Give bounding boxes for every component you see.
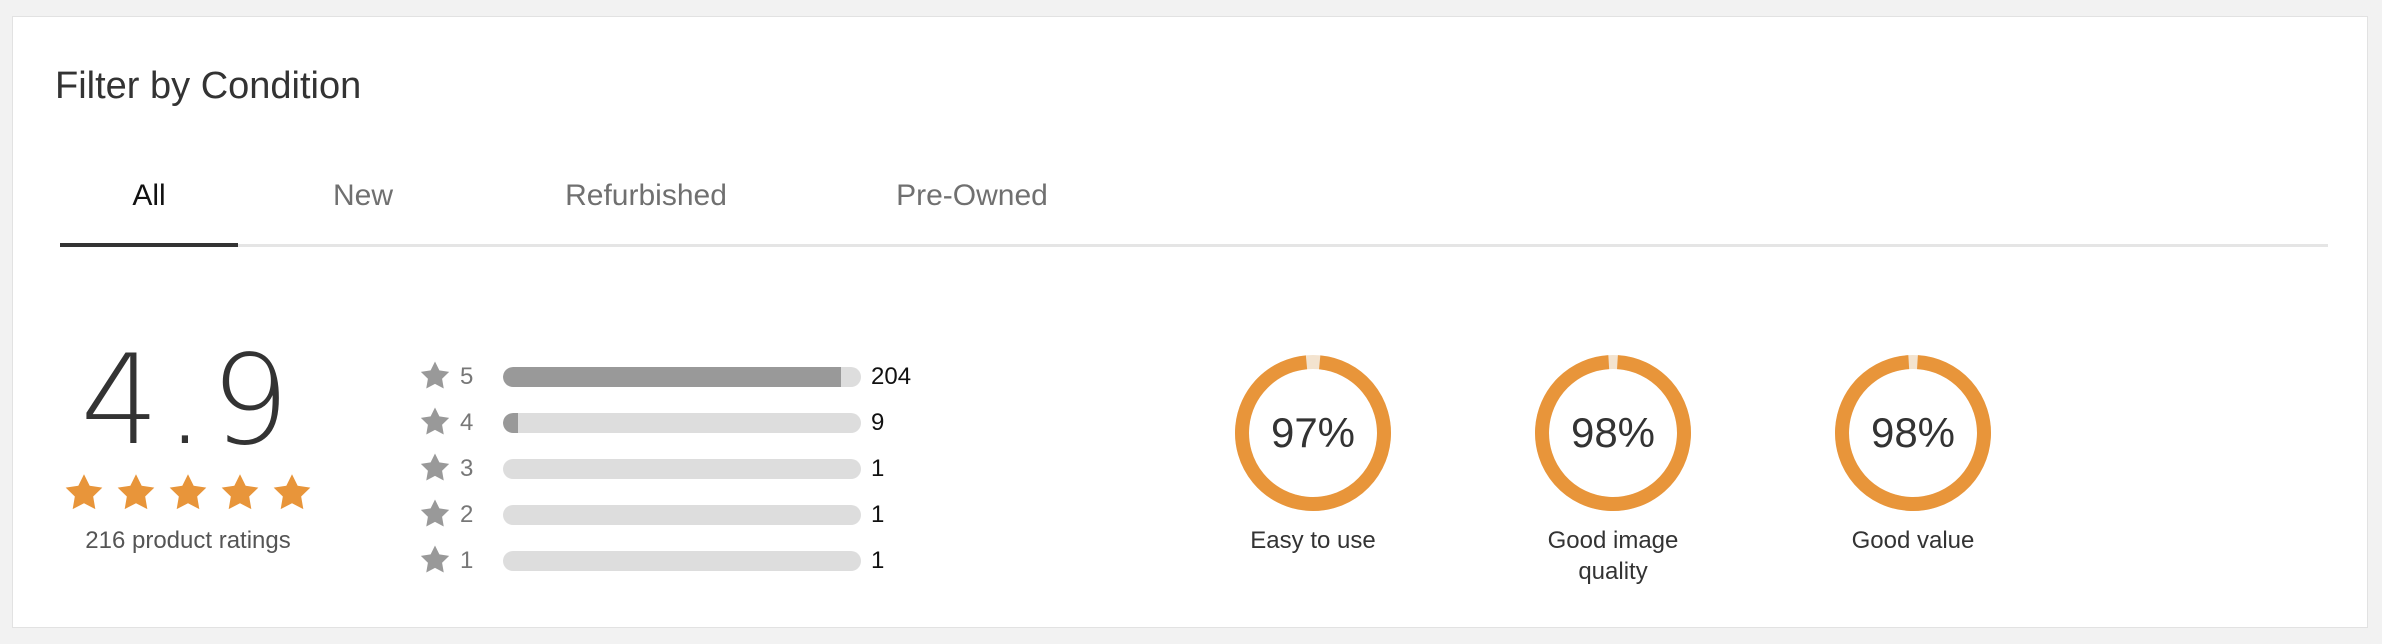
aspect-ring: 98% bbox=[1533, 353, 1693, 513]
star-icon bbox=[420, 499, 450, 527]
rating-count: 1 bbox=[871, 455, 885, 482]
star-level-label: 4 bbox=[460, 409, 474, 436]
rating-count: 9 bbox=[871, 409, 885, 436]
aspect-ratings: 97% Easy to use 98% Good image quality 98% Go… bbox=[1203, 353, 2123, 593]
overall-score: 4.9 bbox=[80, 329, 296, 473]
distribution-bar-fill bbox=[503, 367, 841, 387]
star-level-label: 3 bbox=[460, 455, 474, 482]
tab-all[interactable]: All bbox=[60, 167, 238, 247]
distribution-bar-track bbox=[503, 413, 861, 433]
star-icon bbox=[420, 361, 450, 389]
star-level-label: 1 bbox=[460, 547, 474, 574]
star-icon bbox=[65, 474, 103, 510]
aspect-percent: 98% bbox=[1870, 409, 1956, 456]
distribution-row[interactable]: 31 bbox=[418, 447, 938, 493]
aspect-ring: 97% bbox=[1233, 353, 1393, 513]
tab-new[interactable]: New bbox=[313, 167, 413, 244]
star-icon bbox=[273, 474, 311, 510]
overall-rating: 4.9 216 product ratings bbox=[43, 339, 333, 555]
star-icon bbox=[420, 453, 450, 481]
filter-heading: Filter by Condition bbox=[55, 65, 362, 107]
rating-count: 204 bbox=[871, 363, 912, 390]
rating-count: 1 bbox=[871, 547, 885, 574]
rating-distribution: 5 204 4 9 3 1 2 1 1 1 bbox=[418, 355, 938, 585]
star-level-label: 2 bbox=[460, 501, 474, 528]
aspect-label: Good image quality bbox=[1547, 527, 1679, 585]
distribution-bar-track bbox=[503, 551, 861, 571]
ratings-count: 216 product ratings bbox=[85, 527, 291, 554]
distribution-bar-fill bbox=[503, 413, 519, 433]
condition-tabs: All New Refurbished Pre-Owned bbox=[60, 167, 2328, 247]
star-icon bbox=[420, 407, 450, 435]
overall-stars bbox=[43, 471, 333, 515]
star-icon bbox=[169, 474, 207, 510]
star-icon bbox=[221, 474, 259, 510]
ratings-card: Filter by Condition All New Refurbished … bbox=[12, 16, 2368, 628]
aspect-label: Good value bbox=[1851, 527, 1975, 554]
distribution-row[interactable]: 21 bbox=[418, 493, 938, 539]
distribution-row[interactable]: 5 204 bbox=[418, 355, 938, 401]
distribution-bar-track bbox=[503, 505, 861, 525]
aspect-label: Easy to use bbox=[1250, 527, 1376, 554]
star-icon bbox=[117, 474, 155, 510]
tab-refurbished[interactable]: Refurbished bbox=[536, 167, 756, 244]
rating-count: 1 bbox=[871, 501, 885, 528]
distribution-row[interactable]: 49 bbox=[418, 401, 938, 447]
star-level-label: 5 bbox=[460, 363, 474, 390]
aspect-rating: 98% Good image quality bbox=[1503, 353, 1723, 587]
aspect-ring: 98% bbox=[1833, 353, 1993, 513]
distribution-bar-track bbox=[503, 459, 861, 479]
distribution-bar-track bbox=[503, 367, 861, 387]
tab-pre-owned[interactable]: Pre-Owned bbox=[862, 167, 1082, 244]
star-icon bbox=[420, 545, 450, 573]
aspect-rating: 98% Good value bbox=[1803, 353, 2023, 556]
aspect-percent: 97% bbox=[1270, 409, 1356, 456]
aspect-rating: 97% Easy to use bbox=[1203, 353, 1423, 556]
aspect-percent: 98% bbox=[1570, 409, 1656, 456]
distribution-row[interactable]: 11 bbox=[418, 539, 938, 585]
